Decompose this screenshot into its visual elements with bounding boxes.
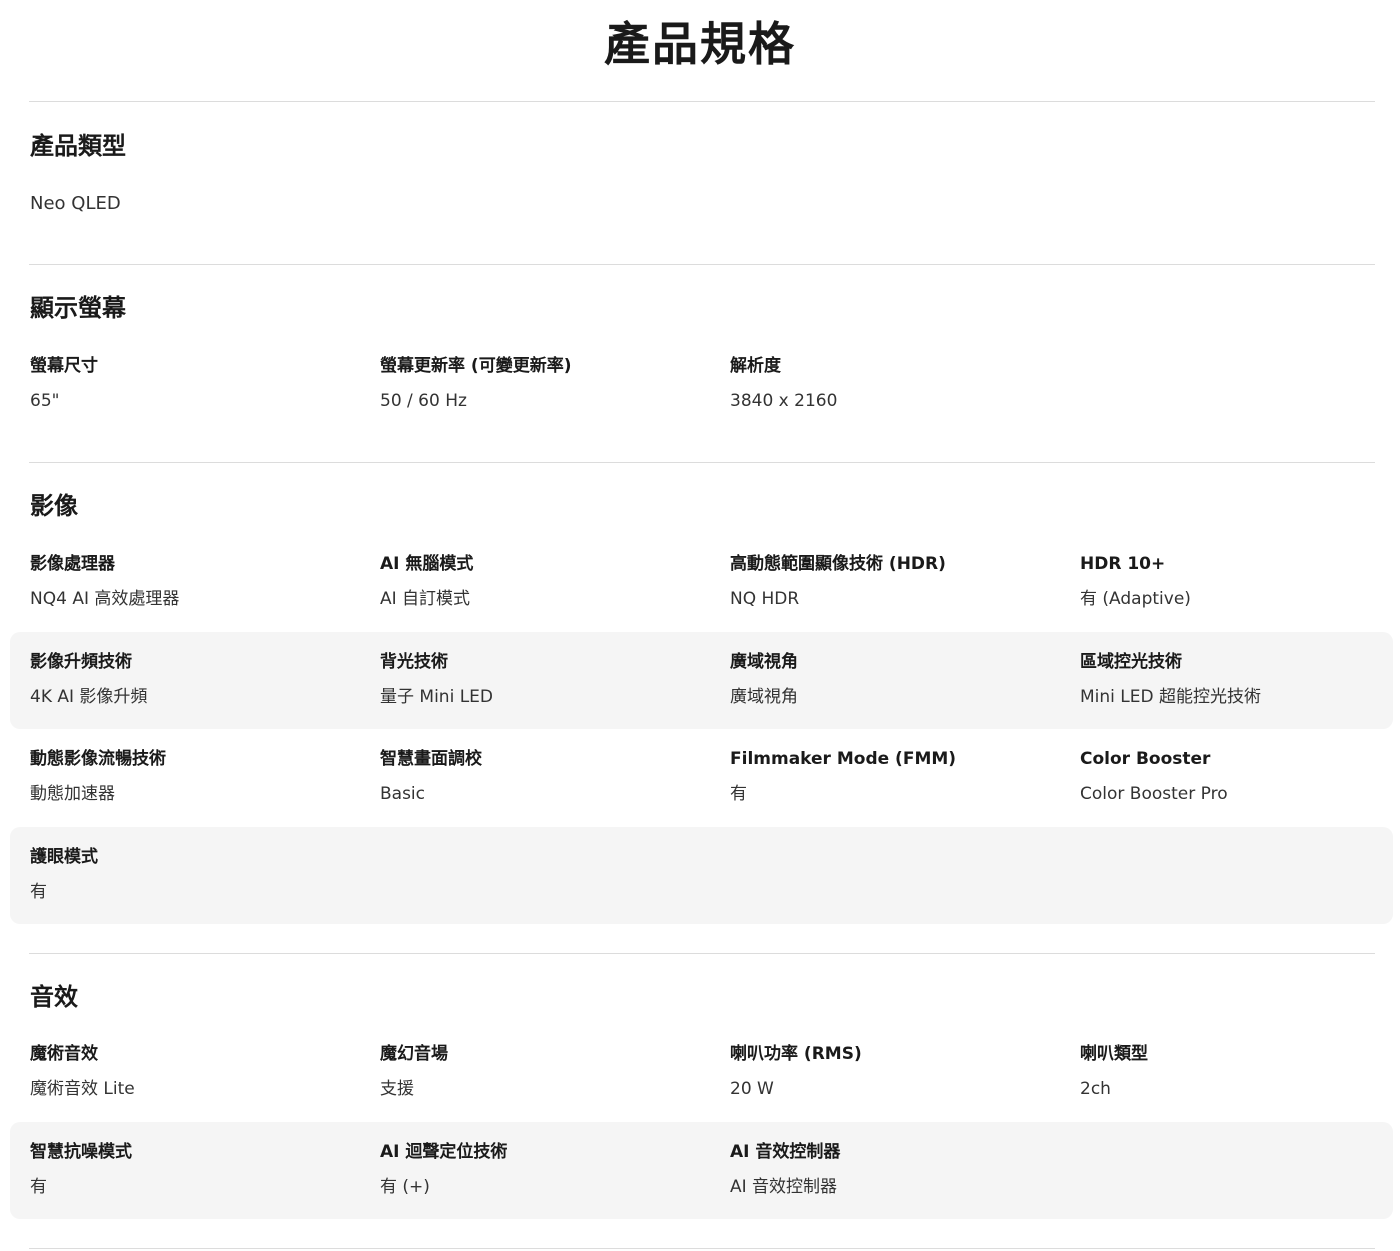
spec-label: Color Booster: [1080, 749, 1211, 769]
spec-value: Color Booster Pro: [1080, 784, 1228, 804]
spec-value: 魔術音效 Lite: [30, 1079, 135, 1099]
spec-value: AI 音效控制器: [730, 1177, 838, 1197]
spec-label: 影像升頻技術: [30, 652, 132, 672]
spec-value: 2ch: [1080, 1079, 1111, 1099]
spec-item: 護眼模式 有: [30, 845, 370, 904]
spec-value: 有: [730, 784, 747, 804]
spec-item: 動態影像流暢技術 動態加速器: [30, 747, 370, 806]
spec-value: 50 / 60 Hz: [380, 391, 467, 411]
product-type-value: Neo QLED: [30, 193, 121, 214]
spec-label: 魔術音效: [30, 1044, 98, 1064]
spec-row: 影像處理器 NQ4 AI 高效處理器 AI 無腦模式 AI 自訂模式 高動態範圍…: [10, 534, 1393, 631]
spec-label: 喇叭功率 (RMS): [730, 1044, 862, 1064]
spec-label: 動態影像流暢技術: [30, 749, 166, 769]
spec-item: 喇叭類型 2ch: [1080, 1042, 1400, 1101]
spec-row: 護眼模式 有: [10, 827, 1393, 924]
spec-item: AI 無腦模式 AI 自訂模式: [380, 552, 720, 611]
spec-item: AI 音效控制器 AI 音效控制器: [730, 1140, 1070, 1199]
divider: [29, 462, 1375, 463]
spec-label: HDR 10+: [1080, 554, 1166, 574]
spec-row: 螢幕尺寸 65" 螢幕更新率 (可變更新率) 50 / 60 Hz 解析度 38…: [10, 336, 1393, 433]
spec-label: 廣域視角: [730, 652, 798, 672]
spec-item: AI 迴聲定位技術 有 (+): [380, 1140, 720, 1199]
spec-item: 影像處理器 NQ4 AI 高效處理器: [30, 552, 370, 611]
divider: [29, 264, 1375, 265]
spec-label: 背光技術: [380, 652, 448, 672]
spec-value: 量子 Mini LED: [380, 687, 493, 707]
spec-item: 螢幕尺寸 65": [30, 354, 370, 413]
spec-label: 解析度: [730, 356, 781, 376]
spec-row: 智慧抗噪模式 有 AI 迴聲定位技術 有 (+) AI 音效控制器 AI 音效控…: [10, 1122, 1393, 1219]
spec-value: Mini LED 超能控光技術: [1080, 687, 1261, 707]
section-title-audio: 音效: [30, 983, 78, 1011]
spec-value: 支援: [380, 1079, 414, 1099]
spec-label: 螢幕更新率 (可變更新率): [380, 356, 572, 376]
spec-value: 3840 x 2160: [730, 391, 838, 411]
divider: [29, 953, 1375, 954]
divider: [29, 101, 1375, 102]
section-title-video: 影像: [30, 492, 78, 520]
spec-item: Color Booster Color Booster Pro: [1080, 747, 1400, 806]
spec-item: 智慧抗噪模式 有: [30, 1140, 370, 1199]
spec-value: NQ HDR: [730, 589, 800, 609]
spec-item: 螢幕更新率 (可變更新率) 50 / 60 Hz: [380, 354, 720, 413]
spec-value: AI 自訂模式: [380, 589, 471, 609]
spec-label: AI 無腦模式: [380, 554, 474, 574]
section-title-product-type: 產品類型: [30, 132, 126, 160]
spec-row: 影像升頻技術 4K AI 影像升頻 背光技術 量子 Mini LED 廣域視角 …: [10, 632, 1393, 729]
spec-value: 4K AI 影像升頻: [30, 687, 148, 707]
spec-item: 魔術音效 魔術音效 Lite: [30, 1042, 370, 1101]
spec-label: 區域控光技術: [1080, 652, 1182, 672]
spec-value: NQ4 AI 高效處理器: [30, 589, 180, 609]
spec-label: 影像處理器: [30, 554, 115, 574]
spec-value: 有 (Adaptive): [1080, 589, 1191, 609]
spec-row: 魔術音效 魔術音效 Lite 魔幻音場 支援 喇叭功率 (RMS) 20 W 喇…: [10, 1024, 1393, 1121]
spec-value: 20 W: [730, 1079, 774, 1099]
spec-item: 魔幻音場 支援: [380, 1042, 720, 1101]
spec-item: 高動態範圍顯像技術 (HDR) NQ HDR: [730, 552, 1070, 611]
spec-item: 影像升頻技術 4K AI 影像升頻: [30, 650, 370, 709]
spec-label: 喇叭類型: [1080, 1044, 1148, 1064]
spec-label: 高動態範圍顯像技術 (HDR): [730, 554, 946, 574]
spec-value: 動態加速器: [30, 784, 115, 804]
spec-item: HDR 10+ 有 (Adaptive): [1080, 552, 1400, 611]
section-title-display: 顯示螢幕: [30, 294, 126, 322]
spec-item: 智慧畫面調校 Basic: [380, 747, 720, 806]
spec-value: 有: [30, 1177, 47, 1197]
spec-value: 有 (+): [380, 1177, 430, 1197]
divider: [29, 1248, 1375, 1249]
spec-label: 智慧抗噪模式: [30, 1142, 132, 1162]
spec-item: 喇叭功率 (RMS) 20 W: [730, 1042, 1070, 1101]
spec-label: AI 音效控制器: [730, 1142, 841, 1162]
spec-item: 區域控光技術 Mini LED 超能控光技術: [1080, 650, 1400, 709]
spec-row: 動態影像流暢技術 動態加速器 智慧畫面調校 Basic Filmmaker Mo…: [10, 729, 1393, 826]
spec-label: Filmmaker Mode (FMM): [730, 749, 957, 769]
spec-value: 有: [30, 882, 47, 902]
spec-item: 解析度 3840 x 2160: [730, 354, 1070, 413]
spec-label: AI 迴聲定位技術: [380, 1142, 508, 1162]
spec-item: Filmmaker Mode (FMM) 有: [730, 747, 1070, 806]
page-title: 產品規格: [604, 17, 796, 71]
spec-value: Basic: [380, 784, 426, 804]
spec-item: 背光技術 量子 Mini LED: [380, 650, 720, 709]
spec-label: 螢幕尺寸: [30, 356, 98, 376]
spec-item: 廣域視角 廣域視角: [730, 650, 1070, 709]
spec-label: 護眼模式: [30, 847, 98, 867]
spec-value: 65": [30, 391, 60, 411]
spec-value: 廣域視角: [730, 687, 798, 707]
spec-label: 魔幻音場: [380, 1044, 448, 1064]
spec-label: 智慧畫面調校: [380, 749, 482, 769]
